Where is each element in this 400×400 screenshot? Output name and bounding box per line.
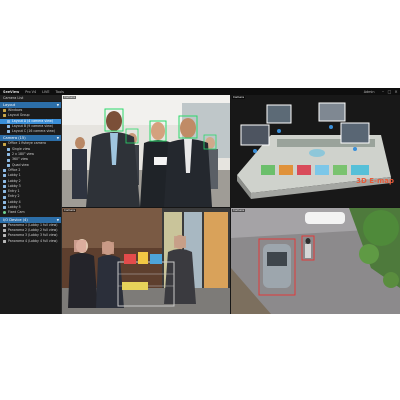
vms-app-window: SeeView Pro V4 LIVE Tools Admin – □ × Ca…	[0, 88, 400, 314]
parking-scene-image	[231, 208, 400, 314]
user-name[interactable]: Admin	[364, 90, 375, 94]
tree-item[interactable]: Fixed Cam	[0, 210, 61, 215]
emap-3d-image	[231, 95, 400, 207]
app-version: Pro V4	[25, 89, 37, 94]
maximize-icon[interactable]: □	[387, 89, 392, 94]
camera-icon	[3, 174, 6, 178]
page-background-bottom	[0, 314, 400, 400]
menu-tools[interactable]: Tools	[56, 90, 64, 94]
tree-item-label: Panorama 4 (Lobby 4 full view)	[8, 238, 58, 243]
view-label: Camera	[232, 95, 245, 100]
camera-list-panel: Camera List Layout ▼ Windows Layout Group…	[0, 95, 62, 314]
device-tree: Panorama 1 (Lobby 1 full view) Panorama 2…	[0, 223, 61, 244]
camera-icon	[3, 190, 6, 194]
camera-view-parking[interactable]: Camera	[231, 208, 400, 314]
menu-live[interactable]: LIVE	[42, 90, 49, 94]
camera-icon	[3, 179, 6, 183]
tree-item[interactable]: Layout C (16 camera view)	[0, 129, 61, 134]
camera-icon	[3, 211, 6, 215]
store-scene-image	[62, 208, 230, 314]
panel-title: Camera List	[0, 95, 61, 101]
camera-icon	[3, 169, 6, 173]
layout-icon	[7, 125, 10, 129]
emap-label: 3D E-map	[356, 177, 394, 185]
chevron-down-icon[interactable]: ▼	[57, 102, 59, 108]
page-background-top	[0, 0, 400, 88]
device-icon	[3, 234, 6, 238]
app-logo: SeeView	[3, 89, 20, 94]
camera-view-office[interactable]: Camera	[62, 95, 230, 207]
title-bar: SeeView Pro V4 LIVE Tools Admin – □ ×	[0, 88, 400, 95]
close-icon[interactable]: ×	[394, 89, 399, 94]
device-icon	[3, 229, 6, 233]
layout-icon	[7, 130, 10, 134]
view-label: Camera	[63, 208, 76, 213]
view-label: Camera	[232, 208, 245, 213]
device-icon	[3, 239, 6, 243]
camera-icon	[3, 206, 6, 210]
tree-item-label: Fixed Cam	[8, 210, 25, 215]
office-scene-image	[62, 95, 230, 207]
chevron-down-icon[interactable]: ▼	[57, 135, 59, 141]
camera-icon	[3, 185, 6, 188]
minimize-icon[interactable]: –	[381, 89, 386, 94]
tree-item[interactable]: Panorama 4 (Lobby 4 full view)	[0, 239, 61, 244]
camera-icon	[3, 195, 6, 199]
camera-tree: Office 1 fisheye camera Single view 2 x 18…	[0, 141, 61, 215]
camera-icon	[7, 147, 10, 151]
camera-view-store[interactable]: Camera	[62, 208, 230, 314]
camera-icon	[3, 200, 6, 204]
device-icon	[3, 223, 6, 227]
layout-tree: Windows Layout Group Layout A (4 camera vi…	[0, 108, 61, 134]
camera-icon	[7, 153, 10, 157]
folder-icon	[3, 142, 6, 146]
tree-item-label: Layout C (16 camera view)	[12, 129, 56, 134]
folder-icon	[3, 114, 6, 118]
view-label: Camera	[63, 95, 76, 100]
emap-view[interactable]: Camera 3D E-map	[231, 95, 400, 207]
layout-icon	[7, 119, 10, 123]
camera-icon	[7, 158, 10, 162]
camera-icon	[7, 163, 10, 167]
folder-icon	[3, 109, 6, 113]
